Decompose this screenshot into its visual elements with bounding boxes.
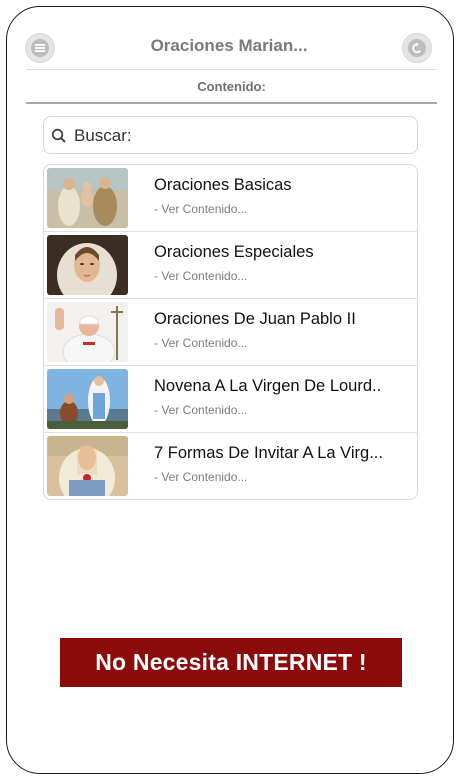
thumbnail-lourdes: [47, 369, 128, 429]
list-item[interactable]: Oraciones De Juan Pablo II - Ver Conteni…: [44, 299, 417, 366]
header-divider: [26, 69, 437, 70]
search-input[interactable]: Buscar:: [43, 116, 418, 154]
menu-button[interactable]: [25, 33, 55, 63]
header-bar: Oraciones Marian...: [20, 24, 438, 70]
section-label: Contenido:: [197, 79, 266, 94]
list-item-subtitle: - Ver Contenido...: [154, 269, 248, 283]
list-item-title: Oraciones Basicas: [154, 176, 292, 194]
list-item[interactable]: Oraciones Especiales - Ver Contenido...: [44, 232, 417, 299]
thumbnail-holy-family: [47, 168, 128, 228]
list-item-title: Oraciones De Juan Pablo II: [154, 310, 356, 328]
thumbnail-virgin-mary: [47, 235, 128, 295]
back-arrow-icon: [408, 39, 426, 57]
list-item[interactable]: 7 Formas De Invitar A La Virg... - Ver C…: [44, 433, 417, 499]
list-item-subtitle: - Ver Contenido...: [154, 202, 248, 216]
list-item-subtitle: - Ver Contenido...: [154, 336, 248, 350]
thumbnail-john-paul-ii: [47, 302, 128, 362]
page-title: Oraciones Marian...: [150, 36, 308, 55]
list-item-title: Novena A La Virgen De Lourd..: [154, 377, 382, 395]
list-item-title: Oraciones Especiales: [154, 243, 314, 261]
list-item[interactable]: Novena A La Virgen De Lourd.. - Ver Cont…: [44, 366, 417, 433]
list-item-subtitle: - Ver Contenido...: [154, 403, 248, 417]
list-item[interactable]: Oraciones Basicas - Ver Contenido...: [44, 165, 417, 232]
list-item-subtitle: - Ver Contenido...: [154, 470, 248, 484]
search-icon: [51, 128, 66, 143]
offline-banner: No Necesita INTERNET !: [60, 638, 402, 687]
back-button[interactable]: [402, 33, 432, 63]
search-placeholder: Buscar:: [74, 126, 132, 145]
list-item-title: 7 Formas De Invitar A La Virg...: [154, 444, 383, 462]
section-divider: [26, 102, 437, 104]
content-list: Oraciones Basicas - Ver Contenido... Ora…: [43, 164, 418, 500]
thumbnail-immaculate-heart: [47, 436, 128, 496]
hamburger-menu-icon: [31, 39, 49, 57]
